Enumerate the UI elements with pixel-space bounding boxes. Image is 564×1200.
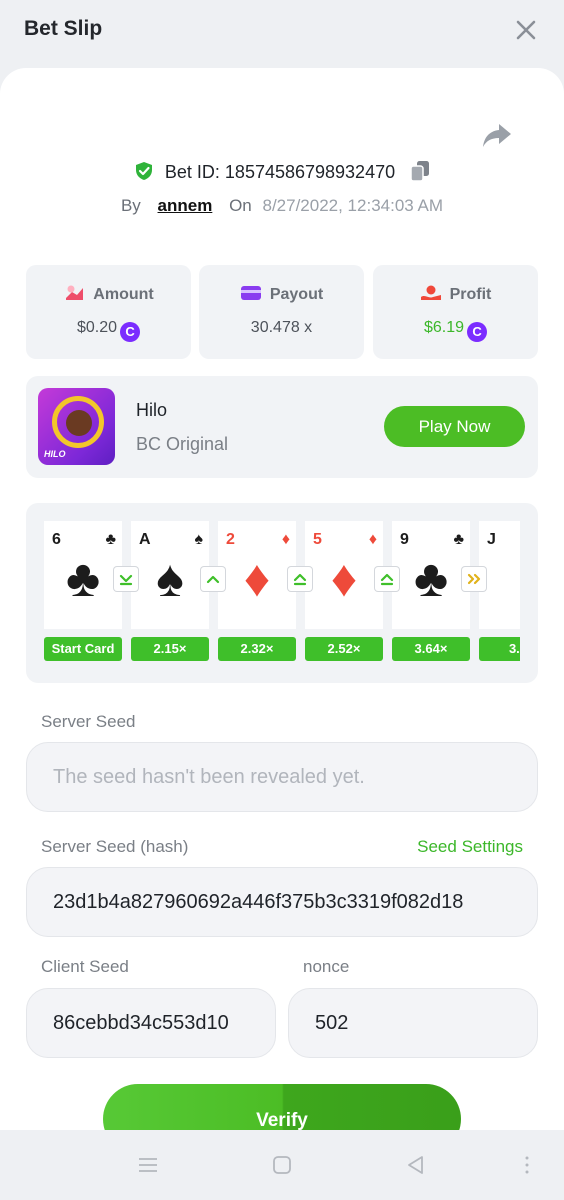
card-history: 6 ♣ ♣ Start Card A ♠ ♠ 2.15× 2 ♦ ♦ 2.32× 5 ♦ ♦ 2.52× 9 ♣ ♣…: [26, 503, 538, 683]
bet-id-label: Bet ID:: [164, 162, 220, 182]
multiplier-badge: 3.64×: [392, 637, 470, 661]
client-seed-label: Client Seed: [41, 957, 129, 976]
more-icon[interactable]: [516, 1154, 538, 1176]
thumbnail-tag: HILO: [44, 449, 66, 459]
server-seed-label: Server Seed: [41, 712, 136, 731]
playing-card: A ♠ ♠: [131, 521, 209, 629]
guess-indicator: [114, 567, 138, 591]
system-nav-bar: [0, 1130, 564, 1200]
game-thumbnail[interactable]: HILO: [38, 388, 115, 465]
card-suit-large-icon: ♦: [330, 550, 358, 608]
profit-icon: [420, 285, 441, 300]
card-rank: J: [487, 531, 496, 548]
game-card: HILO Hilo BC Original Play Now: [26, 376, 538, 478]
card-strip[interactable]: 6 ♣ ♣ Start Card A ♠ ♠ 2.15× 2 ♦ ♦ 2.32× 5 ♦ ♦ 2.52× 9 ♣ ♣…: [44, 521, 520, 663]
card-suit-large-icon: ♣: [413, 550, 449, 608]
amount-icon: [66, 285, 84, 300]
playing-card: 9 ♣ ♣: [392, 521, 470, 629]
client-seed-field[interactable]: 86cebbd34c553d10: [26, 988, 276, 1058]
profit-value: $6.19: [423, 319, 465, 336]
arrow-up-equal-icon: [380, 573, 394, 586]
card-suit-icon: ♣: [453, 531, 465, 548]
multiplier-badge: 2.15×: [131, 637, 209, 661]
play-now-button[interactable]: Play Now: [384, 406, 525, 447]
arrow-up-equal-icon: [293, 573, 307, 586]
profit-card: Profit $6.19 C: [373, 265, 538, 359]
amount-card: Amount $0.20 C: [26, 265, 191, 359]
bet-id-value: 18574586798932470: [224, 162, 396, 182]
share-icon[interactable]: [482, 122, 512, 148]
verify-button[interactable]: Verify: [103, 1084, 461, 1130]
game-subtitle: BC Original: [136, 434, 229, 454]
nonce-label: nonce: [303, 957, 350, 976]
guess-indicator: [201, 567, 225, 591]
guess-indicator: [288, 567, 312, 591]
copy-icon[interactable]: [410, 160, 430, 182]
coin-icon: C: [120, 322, 141, 342]
coin-icon: C: [467, 322, 488, 342]
card-rank: A: [139, 531, 151, 548]
on-label: On: [229, 196, 252, 215]
seed-settings-link[interactable]: Seed Settings: [417, 837, 523, 857]
card-rank: 6: [52, 531, 61, 548]
payout-card: Payout 30.478 x: [199, 265, 364, 359]
header-bar: Bet Slip: [0, 0, 564, 68]
arrow-down-icon: [119, 574, 133, 586]
multiplier-badge: 2.52×: [305, 637, 383, 661]
card-suit-icon: ♠: [194, 531, 204, 548]
payout-icon: [240, 286, 261, 300]
server-seed-field[interactable]: The seed hasn't been revealed yet.: [26, 742, 538, 812]
guess-indicator: [462, 567, 486, 591]
thumbnail-mascot: [66, 410, 92, 436]
arrow-up-icon: [206, 575, 220, 584]
multiplier-badge: 2.32×: [218, 637, 296, 661]
playing-card: 5 ♦ ♦: [305, 521, 383, 629]
card-suit-large-icon: ♠: [156, 550, 184, 608]
game-name: Hilo: [136, 400, 168, 420]
menu-icon[interactable]: [137, 1154, 159, 1176]
card-rank: 5: [313, 531, 322, 548]
bet-author-row: By annem On 8/27/2022, 12:34:03 AM: [0, 196, 564, 216]
payout-value: 30.478 x: [250, 319, 313, 336]
playing-card: 6 ♣ ♣: [44, 521, 122, 629]
back-icon[interactable]: [405, 1154, 427, 1176]
card-suit-large-icon: ♣: [65, 550, 101, 608]
by-label: By: [120, 196, 141, 215]
guess-indicator: [375, 567, 399, 591]
home-icon[interactable]: [271, 1154, 293, 1176]
server-seed-hash-field[interactable]: 23d1b4a827960692a446f375b3c3319f082d18: [26, 867, 538, 937]
multiplier-badge: Start Card: [44, 637, 122, 661]
bet-date: 8/27/2022, 12:34:03 AM: [262, 196, 444, 215]
profit-label: Profit: [449, 286, 492, 303]
amount-value: $0.20: [76, 319, 118, 336]
page-title: Bet Slip: [24, 17, 103, 40]
card-rank: 9: [400, 531, 409, 548]
payout-label: Payout: [269, 286, 324, 303]
bet-id-row: Bet ID: 18574586798932470: [0, 160, 564, 183]
shield-check-icon: [135, 162, 152, 180]
close-icon[interactable]: [514, 18, 538, 42]
multiplier-badge: 3.6: [479, 637, 520, 661]
card-rank: 2: [226, 531, 235, 548]
server-seed-hash-label: Server Seed (hash): [41, 837, 189, 856]
bet-slip-sheet: Bet ID: 18574586798932470 By annem On 8/…: [0, 68, 564, 1130]
card-suit-icon: ♣: [105, 531, 117, 548]
username-link[interactable]: annem: [158, 196, 213, 215]
nonce-field[interactable]: 502: [288, 988, 538, 1058]
amount-label: Amount: [93, 286, 154, 303]
skip-icon: [467, 573, 481, 585]
card-suit-large-icon: ♦: [243, 550, 271, 608]
card-suit-icon: ♦: [281, 531, 290, 548]
card-suit-icon: ♦: [368, 531, 377, 548]
playing-card: 2 ♦ ♦: [218, 521, 296, 629]
